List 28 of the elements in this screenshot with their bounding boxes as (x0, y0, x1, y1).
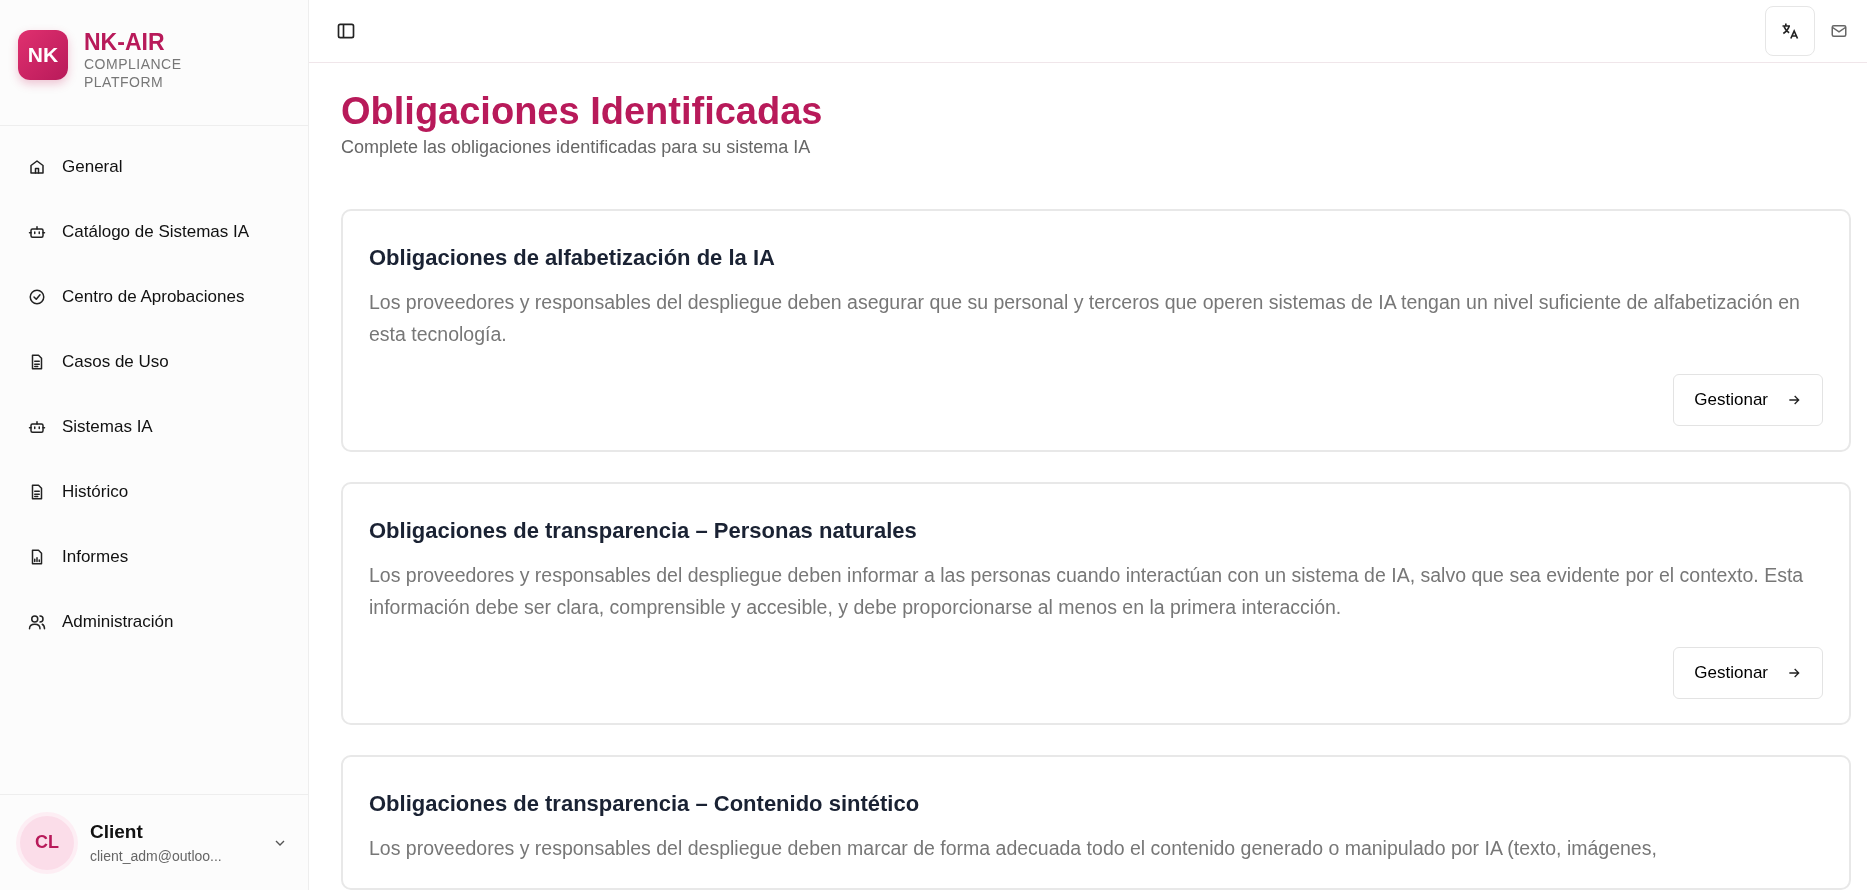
obligation-description: Los proveedores y responsables del despliegue deben asegurar que su personal y terceros que operen sistemas de IA tengan un nivel suficiente de alfabetización en esta tecnología. (369, 290, 1801, 348)
sidebar-item[interactable]: Administración (0, 589, 308, 654)
page-subtitle: Complete las obligaciones identificadas para su sistema IA (341, 136, 812, 160)
sidebar-item[interactable]: General (0, 134, 308, 199)
sidebar-item[interactable]: Histórico (0, 459, 308, 524)
manage-button[interactable]: Gestionar (1673, 647, 1823, 699)
sidebar-item[interactable]: Sistemas IA (0, 394, 308, 459)
obligation-description: Los proveedores y responsables del despliegue deben marcar de forma adecuada todo el contenido generado o manipulado por IA (texto, imágenes, (369, 835, 1658, 861)
obligation-description: Los proveedores y responsables del despliegue deben informar a las personas cuando interactúan con un sistema de IA, salvo que sea evidente por el contexto. Esta información debe ser clara, comprensible y accesible, y debe proporcionarse al menos en la primera interacción. (369, 563, 1805, 621)
sidebar-item[interactable]: Catálogo de Sistemas IA (0, 199, 308, 264)
obligation-title: Obligaciones de transparencia – Contenido sintético (369, 789, 921, 818)
check-circle-icon (28, 287, 46, 306)
sidebar-item[interactable]: Centro de Aprobaciones (0, 264, 308, 329)
logo: NK (18, 30, 68, 80)
manage-button[interactable]: Gestionar (1673, 374, 1823, 426)
brand-subtitle: COMPLIANCE PLATFORM (84, 55, 183, 92)
obligation-title: Obligaciones de alfabetización de la IA (369, 244, 776, 273)
users-icon (28, 612, 46, 631)
home-icon (28, 157, 46, 176)
sidebar-item[interactable]: Casos de Uso (0, 329, 308, 394)
user-email: client_adm@outloo... (90, 847, 223, 867)
page-title: Obligaciones Identificadas (341, 88, 824, 134)
obligation-title: Obligaciones de transparencia – Personas naturales (369, 517, 918, 545)
user-avatar: CL (20, 815, 74, 870)
sidebar-item[interactable]: Informes (0, 524, 308, 589)
translate-icon[interactable] (1765, 5, 1815, 56)
brand-name: NK-AIR (84, 30, 166, 56)
user-name: Client (90, 819, 144, 844)
